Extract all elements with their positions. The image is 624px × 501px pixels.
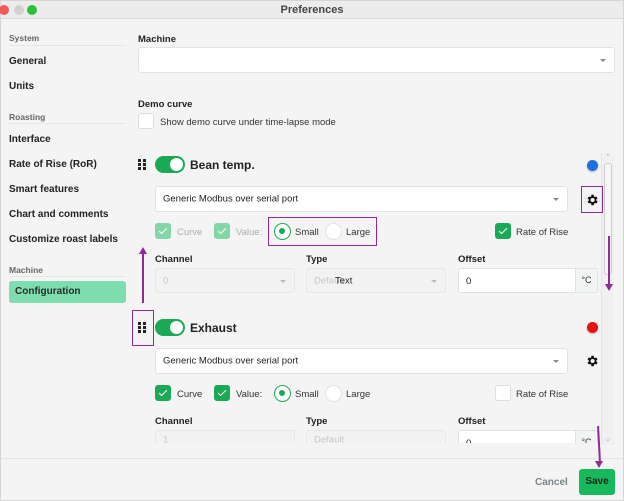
exhaust-curve-checkbox[interactable]: [155, 385, 171, 401]
type-overlay-text: Text: [335, 275, 353, 286]
exhaust-type-select[interactable]: Default: [306, 430, 446, 443]
annotation-arrowhead-down-save: [595, 461, 603, 468]
exhaust-channel-label: Channel: [155, 416, 193, 427]
clipped-row: 1 Default 0 °C: [151, 429, 601, 443]
divider: [9, 123, 126, 124]
exhaust-settings-gear-icon[interactable]: [585, 354, 599, 368]
demo-curve-checkbox-label: Show demo curve under time-lapse mode: [160, 117, 336, 128]
divider: [9, 276, 126, 277]
sidebar-item-label: Configuration: [15, 286, 81, 297]
demo-curve-label: Demo curve: [138, 99, 193, 110]
drag-handle-icon[interactable]: [138, 159, 146, 170]
sidebar: System General Units Roasting Interface …: [1, 20, 134, 501]
exhaust-curve-label: Curve: [177, 389, 203, 400]
exhaust-type-label: Type: [306, 416, 328, 427]
bean-temp-color-dot[interactable]: [587, 160, 598, 171]
bean-temp-type-select[interactable]: Default Text: [306, 268, 446, 293]
bean-temp-curve-checkbox[interactable]: [155, 223, 171, 239]
bean-temp-channel-select[interactable]: 0: [155, 268, 295, 293]
bean-temp-value-label: Value:: [236, 227, 263, 238]
exhaust-value-checkbox[interactable]: [214, 385, 230, 401]
annotation-arrow-up: [142, 253, 144, 303]
exhaust-ror-label: Rate of Rise: [516, 389, 569, 400]
sidebar-group-roasting: Roasting: [9, 112, 46, 122]
demo-curve-checkbox[interactable]: [138, 113, 154, 129]
bean-temp-ror-checkbox[interactable]: [495, 223, 511, 239]
annotation-highlight-drag-handle: [132, 310, 154, 346]
exhaust-ror-checkbox[interactable]: [495, 385, 511, 401]
save-button[interactable]: Save: [579, 469, 615, 495]
bean-temp-toggle[interactable]: [155, 156, 185, 173]
annotation-arrowhead-up: [139, 247, 147, 254]
cancel-button[interactable]: Cancel: [535, 477, 568, 488]
annotation-arrow-down-scroll: [608, 236, 610, 284]
scroll-up-icon[interactable]: ⌃: [605, 153, 611, 161]
exhaust-toggle[interactable]: [155, 319, 185, 336]
offset-unit: °C: [575, 269, 597, 292]
sidebar-item-rate-of-rise[interactable]: Rate of Rise (RoR): [9, 159, 97, 170]
bean-temp-offset-label: Offset: [458, 254, 486, 265]
title-bar: Preferences: [0, 1, 623, 19]
exhaust-channel-select[interactable]: 1: [155, 430, 295, 443]
sidebar-item-general[interactable]: General: [9, 56, 46, 67]
chevron-down-icon: [553, 360, 559, 363]
bean-temp-curve-label: Curve: [177, 227, 203, 238]
chevron-down-icon: [280, 279, 286, 283]
exhaust-offset-label: Offset: [458, 416, 486, 427]
bean-temp-ror-label: Rate of Rise: [516, 227, 569, 238]
machine-label: Machine: [138, 34, 177, 45]
bean-temp-offset-input[interactable]: 0 °C: [458, 268, 598, 293]
window-title: Preferences: [280, 4, 344, 16]
chevron-down-icon: [600, 59, 606, 62]
sidebar-item-units[interactable]: Units: [9, 81, 34, 92]
sidebar-item-customize-roast-labels[interactable]: Customize roast labels: [9, 234, 118, 245]
bean-temp-channel-label: Channel: [155, 254, 193, 265]
sidebar-item-smart-features[interactable]: Smart features: [9, 184, 79, 195]
sidebar-group-machine: Machine: [9, 265, 44, 275]
exhaust-title: Exhaust: [190, 321, 237, 335]
exhaust-color-dot[interactable]: [587, 322, 598, 333]
exhaust-size-large-radio[interactable]: [325, 385, 342, 402]
sidebar-item-interface[interactable]: Interface: [9, 134, 51, 145]
divider: [9, 45, 126, 46]
bean-temp-type-label: Type: [306, 254, 328, 265]
exhaust-device-select[interactable]: Generic Modbus over serial port: [155, 348, 568, 374]
annotation-highlight-gear: [581, 186, 603, 213]
bean-temp-value-checkbox[interactable]: [214, 223, 230, 239]
exhaust-size-small-label: Small: [295, 389, 319, 400]
footer-divider: [1, 458, 623, 459]
sidebar-item-configuration[interactable]: Configuration: [9, 281, 126, 303]
chevron-down-icon: [431, 279, 437, 283]
scroll-down-icon[interactable]: ⌄: [605, 435, 611, 443]
exhaust-offset-input[interactable]: 0 °C: [458, 430, 598, 443]
bean-temp-device-select[interactable]: Generic Modbus over serial port: [155, 186, 568, 212]
exhaust-size-small-radio[interactable]: [274, 385, 291, 402]
annotation-arrowhead-down-scroll: [605, 284, 613, 291]
machine-select[interactable]: [138, 47, 615, 73]
exhaust-value-label: Value:: [236, 389, 263, 400]
bean-temp-title: Bean temp.: [190, 158, 255, 172]
exhaust-size-large-label: Large: [346, 389, 371, 400]
preferences-window: Preferences System General Units Roastin…: [0, 0, 624, 501]
annotation-highlight-size-radios: [268, 217, 377, 246]
sidebar-item-chart-and-comments[interactable]: Chart and comments: [9, 209, 108, 220]
chevron-down-icon: [553, 198, 559, 201]
sidebar-group-system: System: [9, 33, 40, 43]
